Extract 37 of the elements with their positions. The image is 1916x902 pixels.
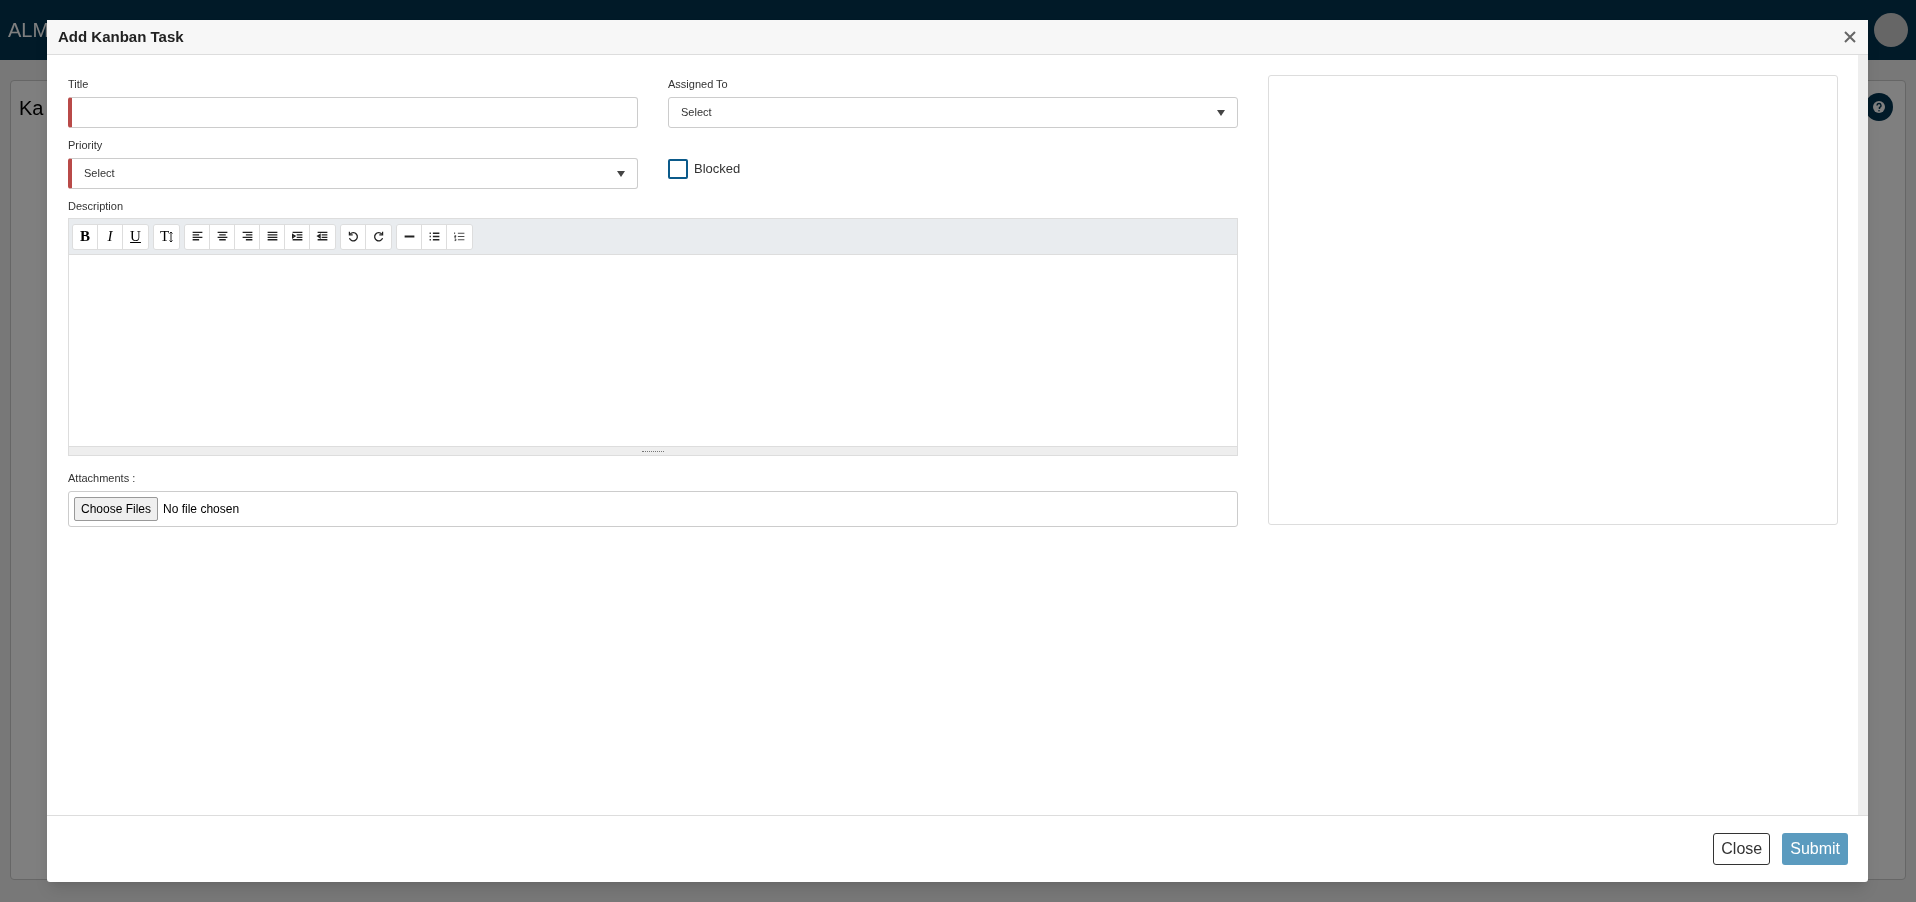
page-title: Ka xyxy=(19,96,44,121)
rich-text-editor[interactable]: B I U T xyxy=(68,218,1238,456)
title-input[interactable] xyxy=(68,97,638,128)
close-icon[interactable] xyxy=(1843,30,1857,44)
resize-handle[interactable] xyxy=(69,446,1237,455)
redo-icon[interactable] xyxy=(366,224,391,249)
file-status-text: No file chosen xyxy=(163,501,240,518)
align-right-icon[interactable] xyxy=(235,224,260,249)
avatar-icon[interactable] xyxy=(1874,13,1908,47)
caret-icon xyxy=(617,170,625,177)
caret-icon xyxy=(1217,109,1225,116)
checkbox-label: Blocked xyxy=(694,160,741,179)
field-label: Description xyxy=(68,199,125,214)
format-button[interactable]: T xyxy=(154,224,179,249)
numbered-list-icon[interactable] xyxy=(447,224,472,249)
format-button[interactable]: I xyxy=(98,224,123,249)
format-button[interactable]: B xyxy=(73,224,98,249)
choose-files-button[interactable]: Choose Files xyxy=(74,497,159,521)
modal-title: Add Kanban Task xyxy=(58,26,184,47)
outdent-icon[interactable] xyxy=(310,224,335,249)
align-left-icon[interactable] xyxy=(185,224,210,249)
bullet-list-icon[interactable] xyxy=(422,224,447,249)
undo-icon[interactable] xyxy=(341,224,366,249)
checkbox[interactable] xyxy=(668,159,688,179)
file-input[interactable]: Choose Files No file chosen xyxy=(68,491,1238,527)
justify-icon[interactable] xyxy=(260,224,285,249)
field-label: Attachments : xyxy=(68,471,137,486)
select-field[interactable]: Select xyxy=(68,158,638,189)
close-button[interactable]: Close xyxy=(1713,833,1771,865)
field-label: Assigned To xyxy=(668,77,729,92)
field-label: Priority xyxy=(68,138,104,153)
format-button[interactable]: U xyxy=(123,224,148,249)
align-center-icon[interactable] xyxy=(210,224,235,249)
select-field[interactable]: Select xyxy=(668,97,1238,128)
field-label: Title xyxy=(68,77,90,92)
arrows-icon xyxy=(169,230,174,243)
indent-icon[interactable] xyxy=(285,224,310,249)
